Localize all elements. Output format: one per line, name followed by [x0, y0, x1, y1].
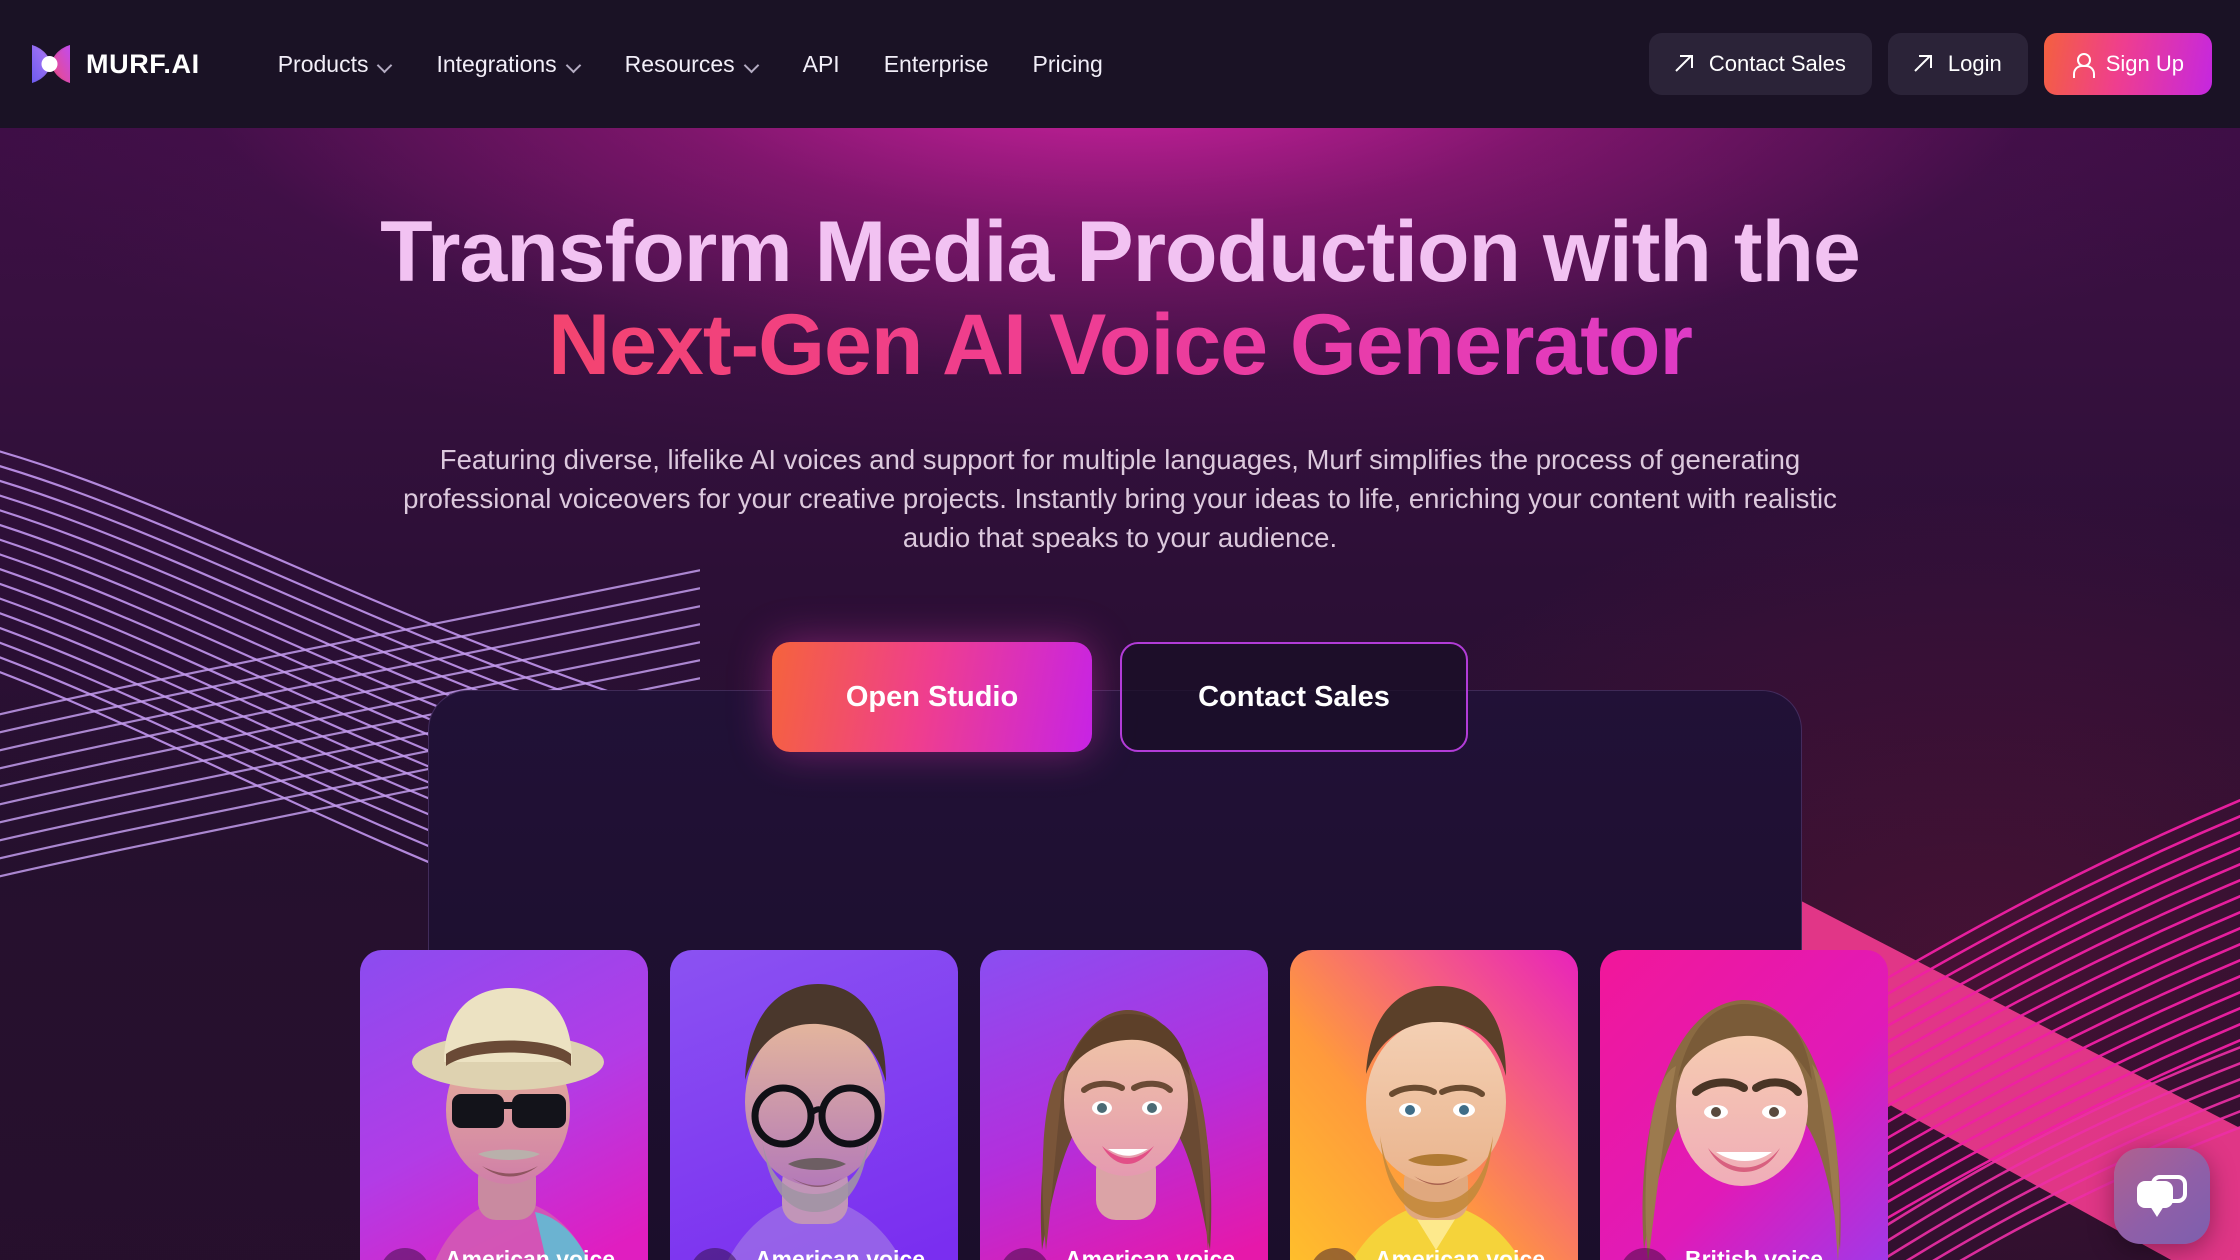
- main-navigation: Products Integrations Resources API Ente…: [256, 43, 1125, 86]
- nav-item-products[interactable]: Products: [256, 43, 415, 86]
- voice-card-footer: British voice Young adult: [1620, 1245, 1874, 1260]
- voice-card[interactable]: American voice Middle-aged: [1290, 950, 1578, 1260]
- voice-avatar-image: [1290, 950, 1578, 1260]
- voice-avatar-image: [980, 950, 1268, 1260]
- voice-card[interactable]: American voice Young adult: [980, 950, 1268, 1260]
- play-button[interactable]: [690, 1247, 740, 1260]
- voice-avatar-image: [360, 950, 648, 1260]
- chat-bubbles-icon: [2137, 1175, 2187, 1217]
- voice-card-footer: American voice Young adult: [1000, 1245, 1254, 1260]
- nav-label: Integrations: [436, 50, 557, 77]
- nav-item-resources[interactable]: Resources: [603, 43, 781, 86]
- headline-line-2: Next-Gen AI Voice Generator: [0, 298, 2240, 392]
- chevron-down-icon: [746, 60, 759, 68]
- login-button[interactable]: Login: [1887, 33, 2028, 95]
- cta-row: Open Studio Contact Sales: [772, 642, 1468, 752]
- contact-sales-cta-button[interactable]: Contact Sales: [1120, 642, 1468, 752]
- logo[interactable]: MURF.AI: [30, 42, 200, 86]
- voice-title: American voice: [445, 1246, 616, 1260]
- voice-title: British voice: [1685, 1246, 1824, 1260]
- voice-card-footer: American voice Middle-aged: [380, 1245, 634, 1260]
- arrow-up-right-icon: [1914, 55, 1932, 73]
- user-icon: [2072, 53, 2095, 78]
- murf-landing-page: MURF.AI Products Integrations Resources …: [0, 0, 2240, 1260]
- voice-avatar-image: [670, 950, 958, 1260]
- site-header: MURF.AI Products Integrations Resources …: [0, 0, 2240, 128]
- contact-sales-label: Contact Sales: [1708, 51, 1846, 76]
- play-button[interactable]: [1000, 1247, 1050, 1260]
- voice-card[interactable]: British voice Young adult: [1600, 950, 1888, 1260]
- voice-title: American voice: [755, 1246, 926, 1260]
- logo-text: MURF.AI: [86, 48, 200, 79]
- nav-item-api[interactable]: API: [781, 43, 862, 86]
- nav-item-enterprise[interactable]: Enterprise: [862, 43, 1011, 86]
- voice-card-footer: American voice Middle-aged: [690, 1245, 944, 1260]
- voice-card[interactable]: American voice Middle-aged: [360, 950, 648, 1260]
- hero-section: Transform Media Production with the Next…: [0, 128, 2240, 1260]
- header-actions: Contact Sales Login Sign Up: [1648, 33, 2212, 95]
- nav-item-pricing[interactable]: Pricing: [1011, 43, 1125, 86]
- nav-item-integrations[interactable]: Integrations: [414, 43, 602, 86]
- arrow-up-right-icon: [1675, 55, 1693, 73]
- chevron-down-icon: [379, 60, 392, 68]
- sign-up-label: Sign Up: [2105, 51, 2184, 76]
- voice-avatar-image: [1600, 950, 1888, 1260]
- sign-up-button[interactable]: Sign Up: [2043, 33, 2212, 95]
- play-button[interactable]: [380, 1247, 430, 1260]
- open-studio-button[interactable]: Open Studio: [772, 642, 1092, 752]
- nav-label: Pricing: [1032, 50, 1103, 77]
- voice-title: American voice: [1065, 1246, 1236, 1260]
- contact-sales-button[interactable]: Contact Sales: [1648, 33, 1872, 95]
- play-button[interactable]: [1620, 1247, 1670, 1260]
- page-title: Transform Media Production with the Next…: [0, 206, 2240, 392]
- nav-label: Enterprise: [883, 50, 989, 77]
- nav-label: Resources: [624, 50, 735, 77]
- login-label: Login: [1947, 51, 2002, 76]
- hero-subcopy: Featuring diverse, lifelike AI voices an…: [403, 444, 1837, 554]
- voice-card-list: American voice Middle-aged: [360, 950, 1890, 1260]
- chat-widget-button[interactable]: [2114, 1148, 2210, 1244]
- voice-title: American voice: [1375, 1246, 1546, 1260]
- chevron-down-icon: [568, 60, 581, 68]
- voice-card[interactable]: American voice Middle-aged: [670, 950, 958, 1260]
- murf-butterfly-logo-icon: [30, 42, 72, 86]
- nav-label: Products: [277, 50, 369, 77]
- play-button[interactable]: [1310, 1247, 1360, 1260]
- voice-card-footer: American voice Middle-aged: [1310, 1245, 1564, 1260]
- headline-line-1: Transform Media Production with the: [380, 204, 1861, 300]
- nav-label: API: [802, 50, 840, 77]
